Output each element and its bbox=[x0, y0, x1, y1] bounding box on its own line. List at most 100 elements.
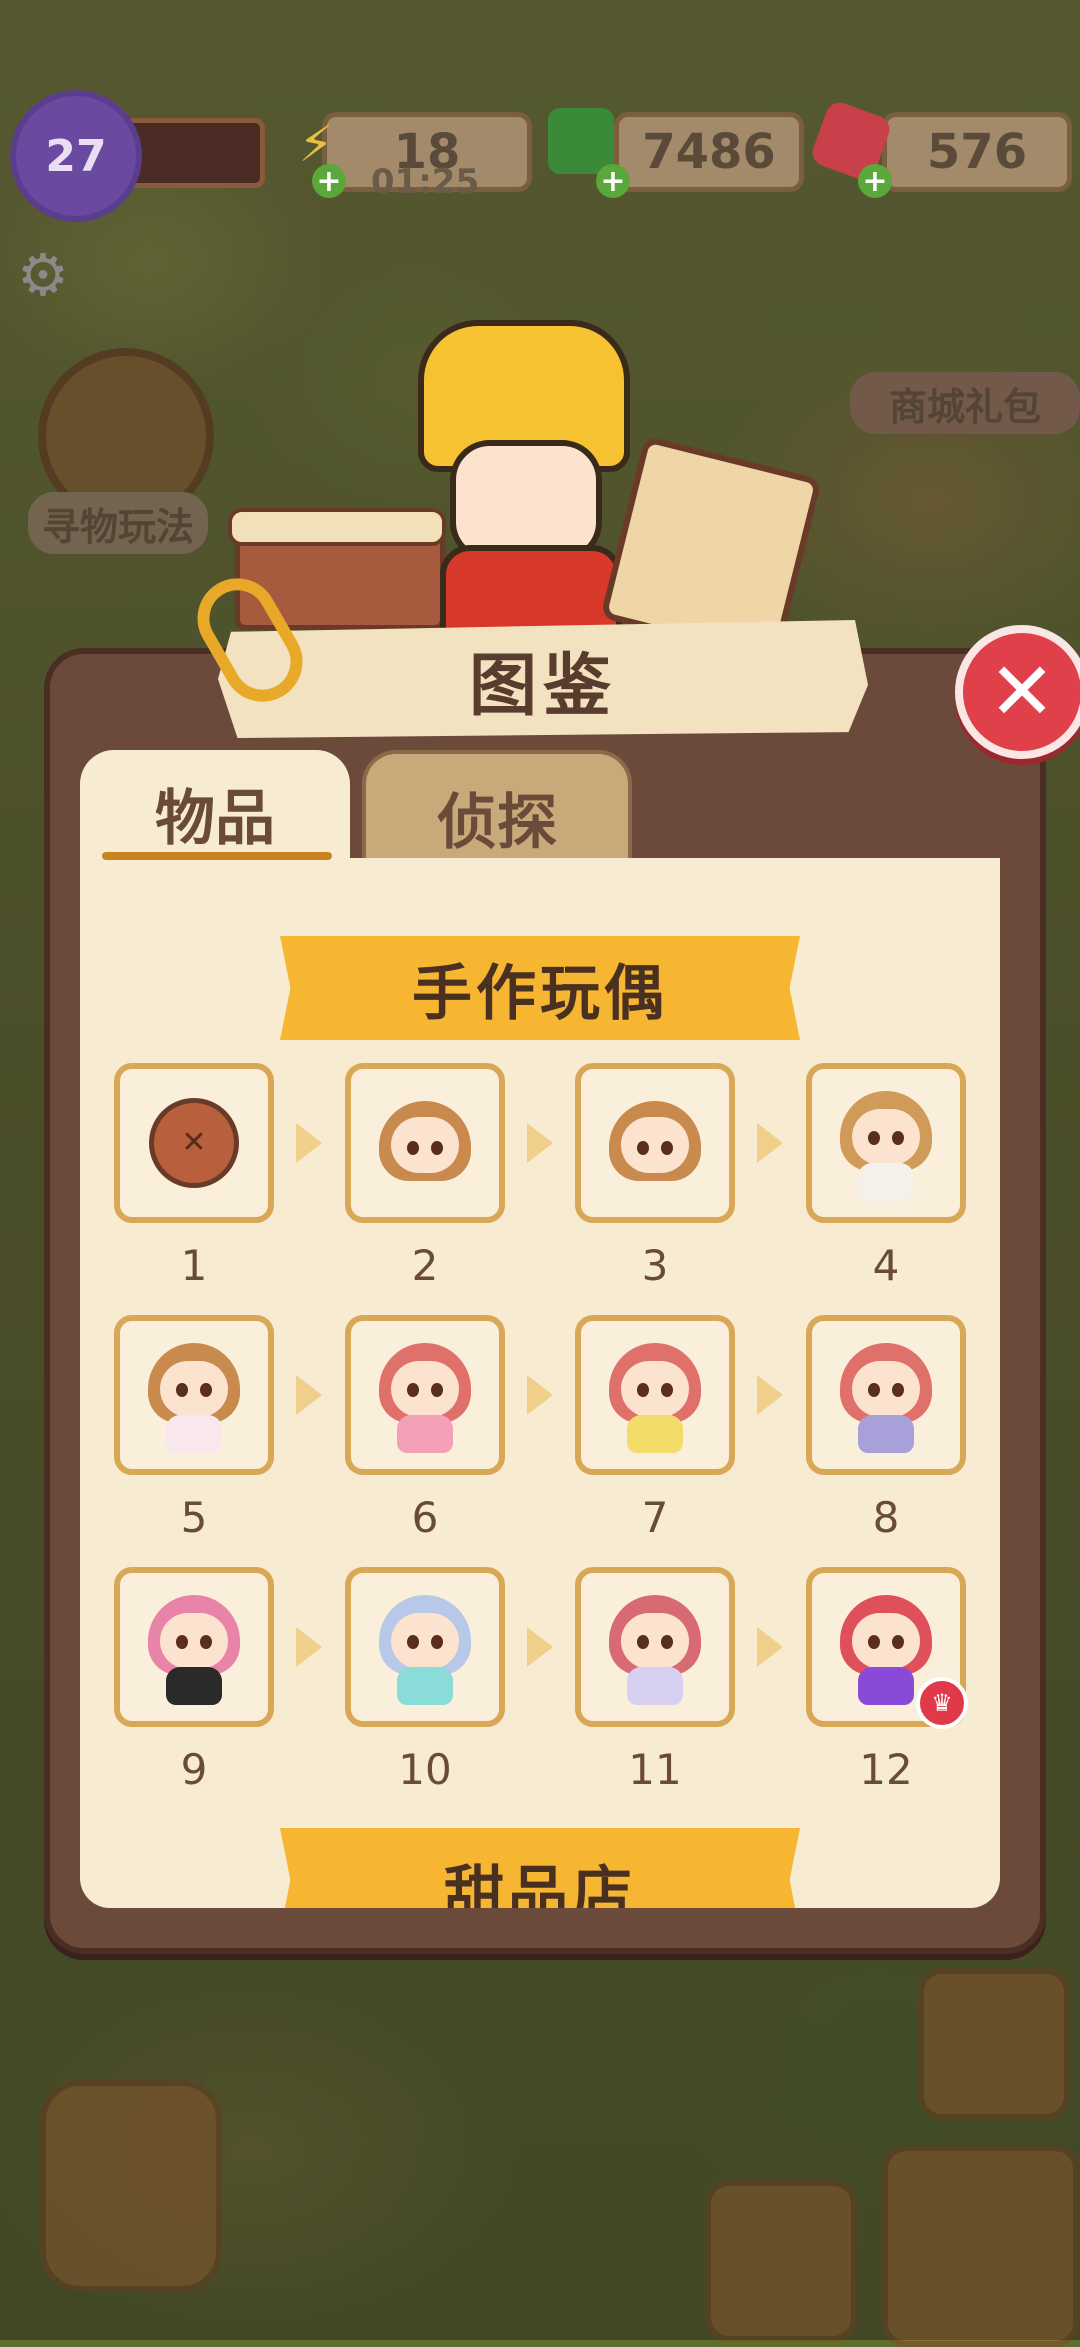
item-number: 11 bbox=[628, 1745, 682, 1794]
collection-item-12[interactable]: ♛ bbox=[806, 1567, 968, 1729]
item-number: 5 bbox=[180, 1493, 208, 1542]
doll-icon bbox=[595, 1587, 715, 1707]
doll-dress bbox=[858, 1415, 914, 1453]
collection-item-3[interactable] bbox=[575, 1063, 735, 1223]
doll-eye bbox=[661, 1141, 673, 1155]
section-title: 手作玩偶 bbox=[412, 958, 668, 1029]
doll-eye bbox=[176, 1383, 188, 1397]
tab-detective-label: 侦探 bbox=[437, 788, 557, 858]
collection-item-7[interactable] bbox=[575, 1315, 735, 1475]
doll-dress bbox=[397, 1667, 453, 1705]
item-number: 4 bbox=[872, 1241, 900, 1290]
collection-item-1[interactable]: ✕ bbox=[114, 1063, 274, 1223]
doll-eye bbox=[200, 1635, 212, 1649]
panel-title: 图鉴 bbox=[468, 646, 617, 726]
doll-icon bbox=[134, 1587, 254, 1707]
doll-dress bbox=[166, 1667, 222, 1705]
doll-face bbox=[160, 1613, 228, 1669]
item-number: 7 bbox=[641, 1493, 669, 1542]
collection-item-8[interactable] bbox=[806, 1315, 966, 1475]
item-number: 8 bbox=[872, 1493, 900, 1542]
doll-eye bbox=[176, 1635, 188, 1649]
collection-item-9[interactable] bbox=[114, 1567, 274, 1727]
next-arrow-icon bbox=[757, 1627, 783, 1667]
doll-face bbox=[391, 1361, 459, 1417]
next-arrow-icon bbox=[527, 1375, 553, 1415]
doll-eye bbox=[892, 1131, 904, 1145]
doll-face bbox=[852, 1361, 920, 1417]
doll-face bbox=[621, 1613, 689, 1669]
open-book-icon bbox=[228, 508, 446, 546]
item-number: 3 bbox=[641, 1241, 669, 1290]
doll-face bbox=[621, 1361, 689, 1417]
doll-eye bbox=[431, 1141, 443, 1155]
tab-detective[interactable]: 侦探 bbox=[362, 750, 632, 865]
collection-item-6[interactable] bbox=[345, 1315, 505, 1475]
doll-eye bbox=[868, 1383, 880, 1397]
close-button[interactable]: ✕ bbox=[955, 625, 1080, 759]
item-number: 6 bbox=[411, 1493, 439, 1542]
button-icon: ✕ bbox=[149, 1098, 239, 1188]
doll-icon bbox=[365, 1587, 485, 1707]
doll-dress bbox=[397, 1415, 453, 1453]
doll-dress bbox=[858, 1667, 914, 1705]
next-arrow-icon bbox=[527, 1627, 553, 1667]
next-section-title: 甜品店 bbox=[444, 1860, 636, 1908]
item-number: 2 bbox=[411, 1241, 439, 1290]
tab-items-label: 物品 bbox=[155, 784, 275, 854]
item-number: 10 bbox=[398, 1745, 452, 1794]
doll-eye bbox=[868, 1131, 880, 1145]
collection-item-11[interactable] bbox=[575, 1567, 735, 1727]
doll-icon bbox=[365, 1083, 485, 1203]
doll-dress bbox=[858, 1163, 914, 1201]
doll-eye bbox=[637, 1635, 649, 1649]
doll-eye bbox=[431, 1635, 443, 1649]
section-banner: 手作玩偶 bbox=[280, 936, 800, 1040]
doll-icon bbox=[826, 1335, 946, 1455]
next-arrow-icon bbox=[296, 1123, 322, 1163]
doll-face bbox=[852, 1109, 920, 1165]
next-arrow-icon bbox=[296, 1375, 322, 1415]
doll-eye bbox=[892, 1383, 904, 1397]
collection-item-5[interactable] bbox=[114, 1315, 274, 1475]
next-arrow-icon bbox=[757, 1123, 783, 1163]
doll-eye bbox=[661, 1635, 673, 1649]
doll-eye bbox=[200, 1383, 212, 1397]
close-icon: ✕ bbox=[988, 645, 1056, 738]
next-arrow-icon bbox=[527, 1123, 553, 1163]
active-tab-indicator bbox=[102, 852, 332, 860]
collection-item-4[interactable] bbox=[806, 1063, 966, 1223]
doll-dress bbox=[627, 1667, 683, 1705]
item-number: 1 bbox=[180, 1241, 208, 1290]
title-ribbon: 图鉴 bbox=[218, 620, 868, 738]
doll-eye bbox=[407, 1141, 419, 1155]
doll-icon bbox=[365, 1335, 485, 1455]
doll-eye bbox=[431, 1383, 443, 1397]
doll-icon bbox=[595, 1083, 715, 1203]
doll-face bbox=[621, 1117, 689, 1173]
button-holes-icon: ✕ bbox=[181, 1125, 207, 1160]
crown-badge-icon: ♛ bbox=[916, 1677, 968, 1729]
doll-eye bbox=[892, 1635, 904, 1649]
item-number: 12 bbox=[859, 1745, 913, 1794]
doll-face bbox=[391, 1613, 459, 1669]
next-arrow-icon bbox=[757, 1375, 783, 1415]
detective-face-icon bbox=[450, 440, 602, 562]
tab-items[interactable]: 物品 bbox=[80, 750, 350, 865]
collection-content[interactable]: 手作玩偶 ✕ 1 2 3 4 5 6 7 8 9 10 11 ♛ 12 甜品店 bbox=[80, 858, 1000, 1908]
doll-eye bbox=[637, 1383, 649, 1397]
doll-eye bbox=[661, 1383, 673, 1397]
next-arrow-icon bbox=[296, 1627, 322, 1667]
doll-eye bbox=[868, 1635, 880, 1649]
doll-icon bbox=[134, 1335, 254, 1455]
collection-item-10[interactable] bbox=[345, 1567, 505, 1727]
collection-item-2[interactable] bbox=[345, 1063, 505, 1223]
doll-face bbox=[391, 1117, 459, 1173]
next-section-banner: 甜品店 bbox=[280, 1828, 800, 1908]
doll-eye bbox=[407, 1635, 419, 1649]
doll-dress bbox=[627, 1415, 683, 1453]
doll-eye bbox=[407, 1383, 419, 1397]
doll-icon bbox=[826, 1083, 946, 1203]
doll-eye bbox=[637, 1141, 649, 1155]
doll-face bbox=[160, 1361, 228, 1417]
